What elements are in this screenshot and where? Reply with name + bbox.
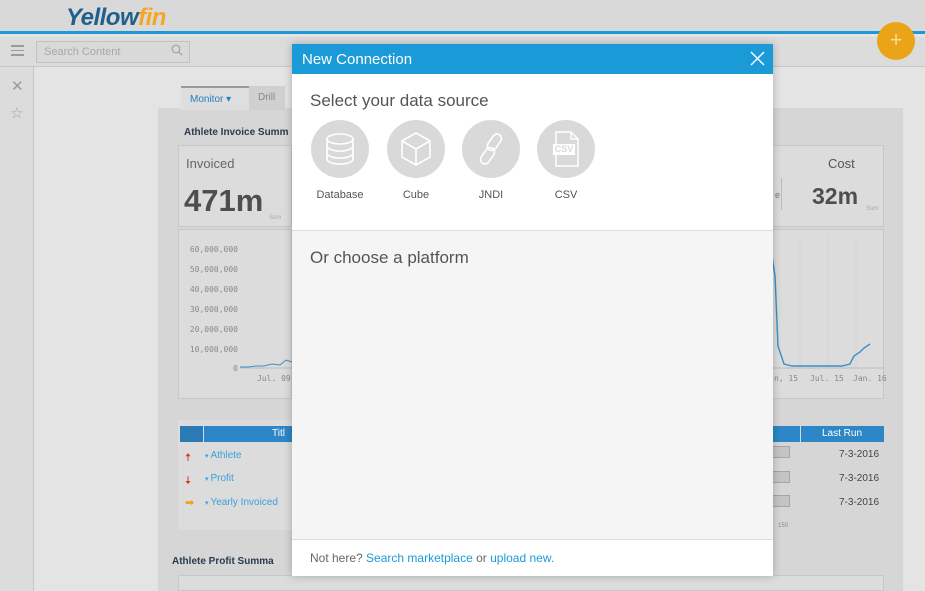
y-tick: 30,000,000 (189, 305, 238, 314)
kpi-sum-caption: Sum (269, 215, 282, 221)
cut-off-label: e (775, 190, 781, 200)
csv-file-icon: CSV (537, 120, 595, 178)
add-content-button[interactable]: + (877, 22, 915, 60)
x-tick: Jan. 16 (853, 374, 887, 383)
last-run-value: 7-3-2016 (839, 449, 880, 460)
data-source-heading: Select your data source (310, 91, 489, 110)
favorite-star-icon[interactable]: ☆ (10, 104, 23, 122)
row-link-athlete[interactable]: ▾ Athlete (205, 450, 242, 461)
title-column-header: Titl (272, 428, 285, 439)
last-run-value: 7-3-2016 (839, 473, 880, 484)
bar-axis-tick: 150 (778, 523, 789, 529)
x-tick: Jul. 09 (257, 374, 291, 383)
header-divider (800, 426, 801, 442)
cost-kpi-sum-caption: Sum (866, 206, 879, 212)
row-bar (772, 446, 790, 458)
close-panel-icon[interactable]: ✕ (11, 77, 24, 95)
profit-summary-title: Athlete Profit Summa (172, 556, 274, 567)
y-tick: 20,000,000 (189, 325, 238, 334)
cube-icon (387, 120, 445, 178)
dashboard-title: Athlete Invoice Summ (184, 127, 289, 138)
search-marketplace-link[interactable]: Search marketplace (366, 551, 473, 565)
new-connection-dialog: New Connection Select your data source D… (292, 44, 773, 576)
row-link-yearly-invoiced[interactable]: ▾ Yearly Invoiced (205, 497, 278, 508)
footer-text: Not here? Search marketplace or upload n… (310, 551, 555, 565)
cost-kpi-label: Cost (828, 156, 855, 171)
link-icon (462, 120, 520, 178)
dialog-header: New Connection (292, 44, 773, 74)
source-label: CSV (554, 189, 578, 201)
x-tick: n, 15 (774, 374, 799, 383)
x-tick: Jul. 15 (810, 374, 844, 383)
trend-flat-icon: ➡ (185, 497, 195, 509)
tab-monitor[interactable]: Monitor ▾ (181, 86, 249, 110)
kpi-divider (781, 178, 782, 210)
y-tick: 10,000,000 (189, 345, 238, 354)
last-run-value: 7-3-2016 (839, 497, 880, 508)
last-run-column-header: Last Run (822, 428, 863, 439)
trend-down-icon: 🠇 (185, 475, 192, 487)
tab-drill[interactable]: Drill (249, 86, 285, 110)
yellowfin-logo[interactable]: Yellowfin (66, 4, 166, 32)
cost-line (772, 236, 884, 369)
csv-badge-text: CSV (554, 144, 574, 154)
left-rail (0, 67, 34, 591)
row-bar (772, 495, 790, 507)
table-header-cell (180, 426, 204, 442)
source-label: Cube (402, 189, 430, 201)
platform-heading: Or choose a platform (310, 248, 469, 267)
y-tick: 50,000,000 (189, 265, 238, 274)
profit-summary-panel (178, 575, 884, 591)
hamburger-menu-icon[interactable] (11, 45, 24, 56)
kpi-label: Invoiced (186, 156, 235, 171)
dialog-title: New Connection (302, 51, 413, 68)
y-tick: 60,000,000 (189, 245, 238, 254)
source-label: JNDI (478, 189, 504, 201)
kpi-value: 471m (184, 183, 264, 218)
trend-up-icon: 🠅 (185, 452, 192, 464)
cost-kpi-value: 32m (812, 183, 859, 209)
dialog-footer: Not here? Search marketplace or upload n… (292, 539, 773, 576)
database-icon (311, 120, 369, 178)
upload-new-link[interactable]: upload new. (490, 551, 554, 565)
row-link-profit[interactable]: ▾ Profit (205, 473, 234, 484)
invoiced-line (240, 359, 292, 369)
row-bar (772, 471, 790, 483)
source-label: Database (316, 189, 364, 201)
search-icon[interactable] (171, 44, 183, 56)
y-tick: 0 (233, 364, 238, 373)
close-icon[interactable] (750, 51, 765, 66)
y-tick: 40,000,000 (189, 285, 238, 294)
search-input[interactable]: Search Content (36, 41, 190, 63)
